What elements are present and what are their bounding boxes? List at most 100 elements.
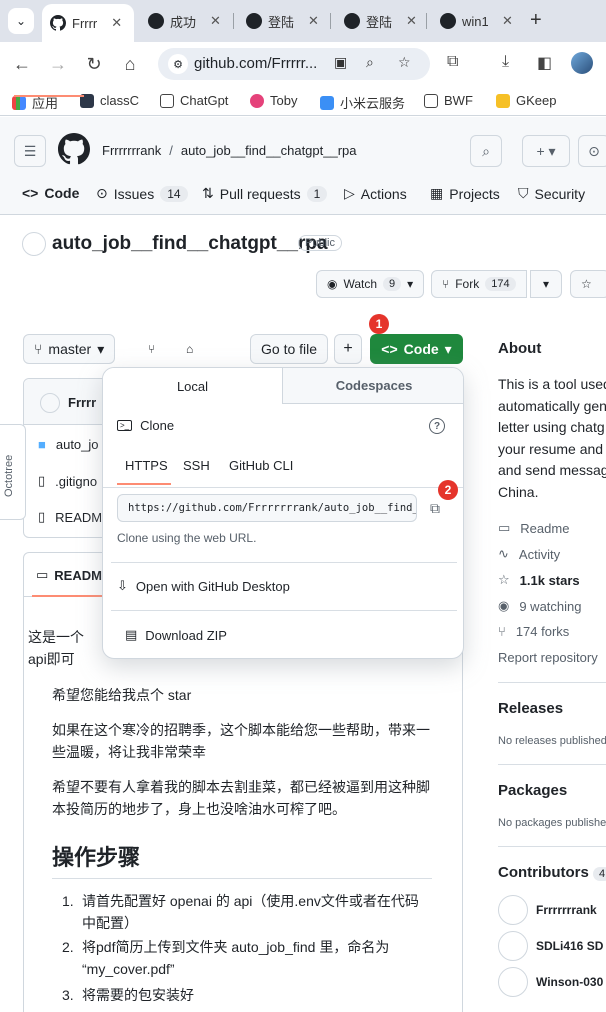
file-name[interactable]: READM <box>55 510 102 525</box>
new-tab-button[interactable]: + <box>530 9 542 32</box>
tab-code[interactable]: <> Code <box>22 185 79 201</box>
bookmark-chatgpt[interactable]: ChatGpt <box>160 93 228 108</box>
tab-pull-requests[interactable]: ⇅ Pull requests 1 <box>202 185 328 202</box>
browser-tab-active[interactable]: Frrrr ✕ <box>42 4 134 42</box>
browser-tab[interactable]: 登陆 ✕ <box>238 6 327 36</box>
bookmark-toby[interactable]: Toby <box>250 93 297 108</box>
readme-tab[interactable]: ▭ README <box>36 567 111 583</box>
download-zip-button[interactable]: ▤ Download ZIP <box>125 627 227 643</box>
search-icon[interactable]: ⌕ <box>470 135 502 167</box>
tab-local[interactable]: Local <box>103 368 283 404</box>
forward-button[interactable]: → <box>46 52 70 76</box>
tab-divider <box>233 13 234 29</box>
issues-icon[interactable]: ⊙ <box>578 135 606 167</box>
help-icon[interactable]: ? <box>429 418 445 434</box>
desktop-download-icon: ⇩ <box>117 578 128 593</box>
star-button[interactable]: ☆ <box>570 270 606 298</box>
download-icon[interactable]: ⤓ <box>502 53 509 71</box>
open-desktop-button[interactable]: ⇩ Open with GitHub Desktop <box>117 578 290 594</box>
forks-link[interactable]: ⑂ 174 forks <box>498 624 569 639</box>
tab-actions[interactable]: ▷ Actions <box>344 185 407 202</box>
bookmark-bwf[interactable]: BWF <box>424 93 473 108</box>
browser-tab[interactable]: 成功 ✕ <box>140 6 229 36</box>
sidebar-label: Readme <box>520 520 570 536</box>
releases-title[interactable]: Releases <box>498 700 563 717</box>
packages-note: No packages publishe <box>498 817 606 829</box>
clone-url-input[interactable]: https://github.com/Frrrrrrrank/auto_job_… <box>117 494 417 522</box>
repo-link[interactable]: auto_job__find__chatgpt__rpa <box>181 143 357 158</box>
list-item[interactable]: ▯ READM <box>38 509 102 525</box>
add-file-button[interactable]: + <box>334 334 362 364</box>
about-title: About <box>498 340 542 357</box>
octotree-toggle[interactable]: Octotree <box>0 424 26 520</box>
close-icon[interactable]: ✕ <box>210 13 221 29</box>
zoom-icon[interactable]: ⌕ <box>366 54 374 71</box>
side-panel-icon[interactable]: ◧ <box>537 53 552 73</box>
readme-link[interactable]: ▭ Readme <box>498 520 569 536</box>
contributor-item[interactable]: SDLi416 SD L <box>498 931 606 961</box>
avatar <box>498 967 528 997</box>
browser-tab[interactable]: 登陆 ✕ <box>336 6 425 36</box>
address-bar[interactable]: ⚙ github.com/Frrrrr... ▣ ⌕ ☆ <box>158 48 430 80</box>
back-button[interactable]: ← <box>10 52 34 76</box>
bookmark-star-icon[interactable]: ☆ <box>398 54 411 71</box>
protocol-https[interactable]: HTTPS <box>125 458 168 473</box>
hamburger-menu-icon[interactable]: ☰ <box>14 135 46 167</box>
extensions-icon[interactable]: ⧉ <box>447 53 458 71</box>
file-name[interactable]: auto_jo <box>56 437 99 452</box>
stars-link[interactable]: ☆ 1.1k stars <box>498 572 580 588</box>
protocol-ssh[interactable]: SSH <box>183 458 210 473</box>
close-icon[interactable]: ✕ <box>111 15 122 31</box>
owner-link[interactable]: Frrrrrrrank <box>102 143 161 158</box>
close-icon[interactable]: ✕ <box>308 13 319 29</box>
bookmark-gkeep[interactable]: GKeep <box>496 93 556 108</box>
report-repository-link[interactable]: Report repository <box>498 650 598 665</box>
contributor-item[interactable]: Winson-030 <box>498 967 603 997</box>
bookmark-classc[interactable]: classC <box>80 93 139 108</box>
repo-title[interactable]: auto_job__find__chatgpt__rpa <box>52 233 328 255</box>
tab-issues[interactable]: ⊙ Issues 14 <box>96 185 188 202</box>
file-name[interactable]: .gitigno <box>55 474 97 489</box>
close-icon[interactable]: ✕ <box>502 13 513 29</box>
tag-icon[interactable]: ⌂ <box>176 334 203 364</box>
url-text[interactable]: github.com/Frrrrr... <box>194 55 317 72</box>
activity-link[interactable]: ∿ Activity <box>498 546 560 562</box>
tab-security[interactable]: ⛉ Security <box>518 185 585 202</box>
watching-link[interactable]: ◉ 9 watching <box>498 598 582 614</box>
repo-owner-avatar[interactable] <box>22 232 46 256</box>
tab-projects[interactable]: ▦ Projects <box>430 185 500 202</box>
go-to-file-button[interactable]: Go to file <box>250 334 329 364</box>
fork-button[interactable]: ⑂ Fork 174 <box>431 270 527 298</box>
fork-dropdown-button[interactable]: ▾ <box>530 270 562 298</box>
commit-author[interactable]: Frrrr <box>68 395 96 410</box>
contributors-label: Contributors <box>498 864 589 881</box>
protocol-github-cli[interactable]: GitHub CLI <box>229 458 293 473</box>
code-label: Code <box>403 341 439 357</box>
code-button[interactable]: <> Code ▾ <box>370 334 463 364</box>
close-icon[interactable]: ✕ <box>406 13 417 29</box>
install-icon[interactable]: ▣ <box>334 54 347 71</box>
tab-codespaces[interactable]: Codespaces <box>283 368 463 404</box>
reload-button[interactable]: ↻ <box>82 52 106 76</box>
create-new-button[interactable]: + ▾ <box>522 135 570 167</box>
home-button[interactable]: ⌂ <box>118 52 142 76</box>
contributor-name: Frrrrrrrank <box>536 903 597 917</box>
site-info-icon[interactable]: ⚙ <box>168 54 188 74</box>
packages-title[interactable]: Packages <box>498 782 567 799</box>
profile-avatar[interactable] <box>571 52 593 74</box>
breadcrumb-separator: / <box>169 143 173 158</box>
bookmark-xiaomi-cloud[interactable]: 小米云服务 <box>320 93 405 112</box>
tab-title: 成功 <box>170 14 196 30</box>
list-item[interactable]: ▯ .gitigno <box>38 473 97 489</box>
contributor-item[interactable]: Frrrrrrrank <box>498 895 597 925</box>
branch-select[interactable]: ⑂ master ▾ <box>23 334 116 364</box>
watch-button[interactable]: ◉ Watch 9 ▾ <box>316 270 425 298</box>
github-logo-icon[interactable] <box>58 133 90 165</box>
tab-search-button[interactable]: ⌄ <box>8 8 34 34</box>
browser-tab[interactable]: win1 ✕ <box>432 6 521 36</box>
contributors-title[interactable]: Contributors 4 <box>498 864 606 881</box>
copy-icon[interactable]: ⧉ <box>425 498 445 518</box>
list-item[interactable]: ■ auto_jo <box>38 437 99 452</box>
branches-icon[interactable]: ⑂ <box>138 334 165 364</box>
list-text: 请首先配置好 openai 的 api（使用.env文件或者在代码中配置） <box>82 893 419 931</box>
